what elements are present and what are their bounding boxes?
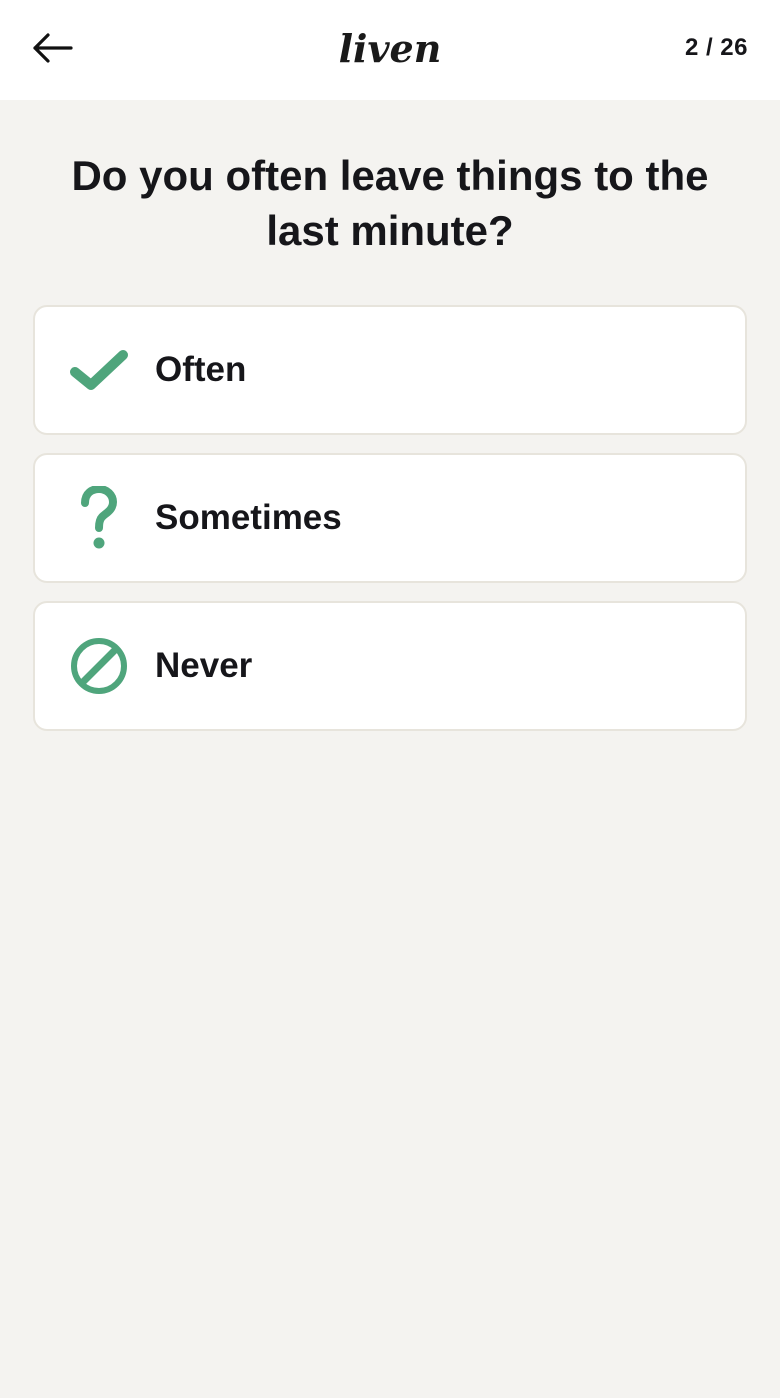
svg-text:liven: liven [339, 26, 442, 71]
option-label: Never [155, 646, 253, 685]
top-bar: liven 2 / 26 [0, 0, 780, 100]
liven-logo: liven [339, 26, 442, 71]
back-button[interactable] [28, 28, 76, 68]
option-often[interactable]: Often [33, 305, 747, 435]
arrow-left-icon [33, 33, 73, 63]
prohibited-icon [69, 636, 129, 696]
question-mark-icon [69, 486, 129, 549]
checkmark-icon [69, 340, 129, 400]
option-label: Often [155, 350, 247, 389]
option-label: Sometimes [155, 498, 342, 537]
answer-options: Often Sometimes Never [33, 305, 747, 749]
question-title: Do you often leave things to the last mi… [71, 152, 709, 254]
option-never[interactable]: Never [33, 601, 747, 731]
progress-counter: 2 / 26 [684, 34, 748, 61]
option-sometimes[interactable]: Sometimes [33, 453, 747, 583]
